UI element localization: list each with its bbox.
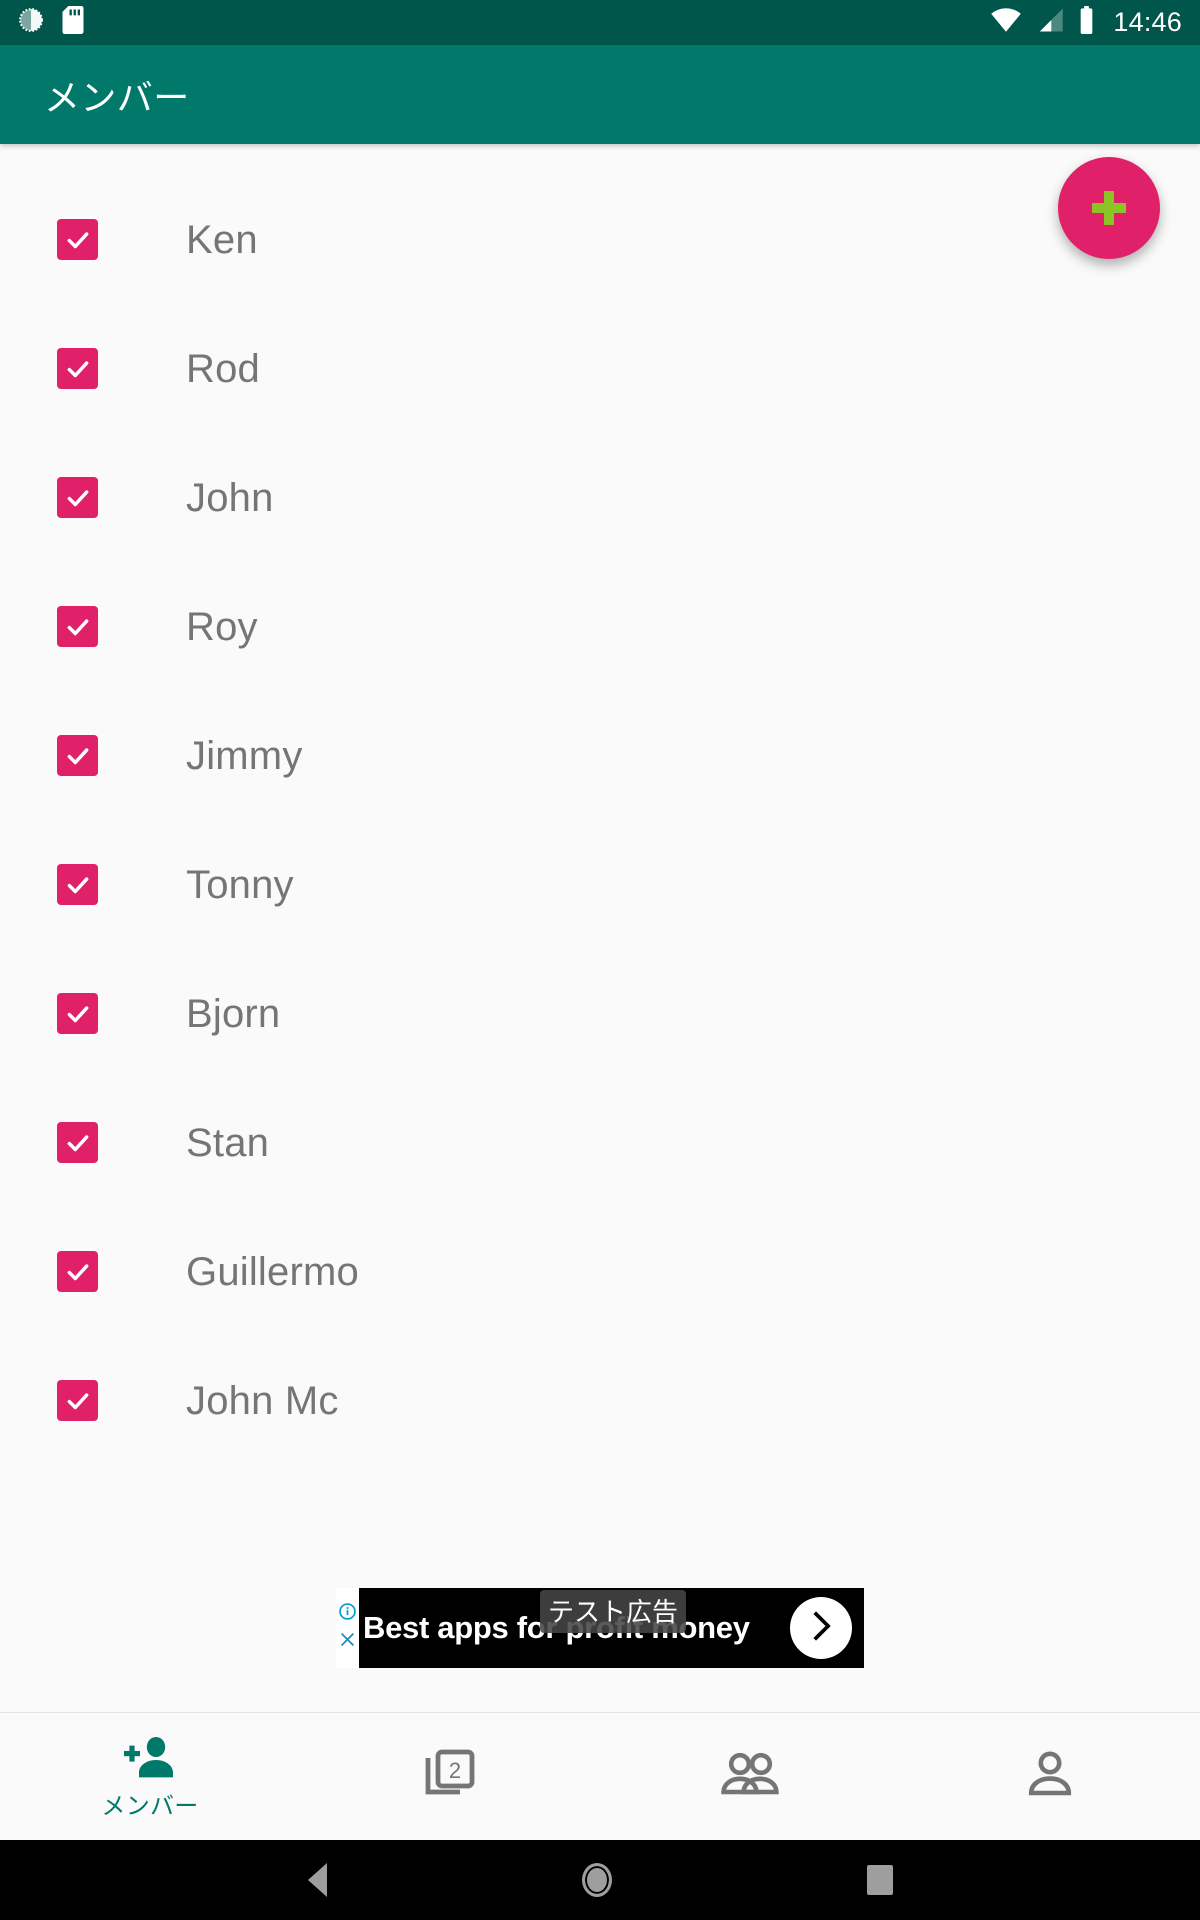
member-checkbox[interactable] bbox=[57, 348, 98, 389]
member-name: Tonny bbox=[186, 862, 294, 907]
battery-icon bbox=[1078, 6, 1095, 39]
check-icon bbox=[67, 1005, 88, 1022]
nav-label-members: メンバー bbox=[101, 1792, 199, 1820]
member-checkbox[interactable] bbox=[57, 864, 98, 905]
people-icon bbox=[721, 1752, 779, 1801]
back-triangle-icon[interactable] bbox=[307, 1863, 327, 1897]
settings-circle-icon bbox=[18, 7, 44, 38]
ad-banner-container: Best apps for profit money テスト広告 bbox=[0, 1588, 1200, 1712]
member-row[interactable]: Jimmy bbox=[0, 691, 1200, 820]
member-row[interactable]: Rod bbox=[0, 304, 1200, 433]
chevron-right-icon bbox=[804, 1609, 838, 1648]
member-name: Bjorn bbox=[186, 991, 281, 1036]
member-row[interactable]: Bjorn bbox=[0, 949, 1200, 1078]
svg-text:2: 2 bbox=[449, 1758, 461, 1783]
add-member-fab[interactable] bbox=[1058, 157, 1160, 259]
member-name: John bbox=[186, 475, 274, 520]
check-icon bbox=[67, 360, 88, 377]
home-circle-icon[interactable] bbox=[581, 1863, 612, 1897]
member-checkbox[interactable] bbox=[57, 1380, 98, 1421]
check-icon bbox=[67, 1134, 88, 1151]
member-checkbox[interactable] bbox=[57, 993, 98, 1034]
nav-item-members[interactable]: メンバー bbox=[0, 1713, 300, 1840]
filter-2-icon: 2 bbox=[424, 1748, 476, 1805]
recents-square-icon[interactable] bbox=[866, 1865, 893, 1895]
cellular-signal-icon bbox=[1036, 7, 1064, 38]
check-icon bbox=[67, 747, 88, 764]
member-checkbox[interactable] bbox=[57, 606, 98, 647]
check-icon bbox=[67, 618, 88, 635]
member-name: Ken bbox=[186, 217, 258, 262]
member-row[interactable]: Tonny bbox=[0, 820, 1200, 949]
ad-test-label: テスト広告 bbox=[540, 1590, 687, 1633]
status-bar-left-icons bbox=[18, 6, 84, 39]
person-add-icon bbox=[123, 1735, 177, 1786]
member-name: Rod bbox=[186, 346, 260, 391]
member-row[interactable]: John bbox=[0, 433, 1200, 562]
info-icon[interactable] bbox=[339, 1603, 356, 1625]
ad-badge-column bbox=[336, 1588, 359, 1668]
check-icon bbox=[67, 876, 88, 893]
wifi-icon bbox=[990, 7, 1022, 38]
check-icon bbox=[67, 489, 88, 506]
page-title: メンバー bbox=[44, 76, 190, 118]
plus-icon bbox=[1092, 191, 1126, 225]
bottom-navigation: メンバー 2 bbox=[0, 1712, 1200, 1840]
member-checkbox[interactable] bbox=[57, 1122, 98, 1163]
member-name: Stan bbox=[186, 1120, 270, 1165]
nav-item-filter-2[interactable]: 2 bbox=[300, 1713, 600, 1840]
status-bar-right-icons: 14:46 bbox=[990, 6, 1182, 39]
app-bar: メンバー bbox=[0, 45, 1200, 144]
ad-cta-button[interactable] bbox=[790, 1597, 852, 1659]
member-name: Roy bbox=[186, 604, 258, 649]
person-icon bbox=[1026, 1751, 1074, 1802]
ad-banner[interactable]: Best apps for profit money テスト広告 bbox=[336, 1588, 864, 1668]
member-checkbox[interactable] bbox=[57, 219, 98, 260]
member-checkbox[interactable] bbox=[57, 477, 98, 518]
member-name: Guillermo bbox=[186, 1249, 359, 1294]
status-bar: 14:46 bbox=[0, 0, 1200, 45]
member-row[interactable]: Guillermo bbox=[0, 1207, 1200, 1336]
check-icon bbox=[67, 1392, 88, 1409]
main-content: Ken Rod John Roy Jimmy Tonny Bjorn Stan Guillerm… bbox=[0, 144, 1200, 1712]
member-row[interactable]: Roy bbox=[0, 562, 1200, 691]
member-row[interactable]: Ken bbox=[0, 175, 1200, 304]
member-name: Jimmy bbox=[186, 733, 303, 778]
status-bar-clock: 14:46 bbox=[1113, 7, 1182, 37]
member-checkbox[interactable] bbox=[57, 1251, 98, 1292]
app-screen: 14:46 メンバー Ken Rod John Roy Jimmy Tonny Bjorn S… bbox=[0, 0, 1200, 1920]
android-system-navigation bbox=[0, 1840, 1200, 1920]
member-name: John Mc bbox=[186, 1378, 339, 1423]
check-icon bbox=[67, 231, 88, 248]
member-checkbox[interactable] bbox=[57, 735, 98, 776]
member-list: Ken Rod John Roy Jimmy Tonny Bjorn Stan Guillerm… bbox=[0, 144, 1200, 1465]
member-row[interactable]: Stan bbox=[0, 1078, 1200, 1207]
nav-item-person[interactable] bbox=[900, 1713, 1200, 1840]
check-icon bbox=[67, 1263, 88, 1280]
nav-item-people[interactable] bbox=[600, 1713, 900, 1840]
member-row[interactable]: John Mc bbox=[0, 1336, 1200, 1465]
sd-card-icon bbox=[62, 6, 84, 39]
close-icon[interactable] bbox=[339, 1631, 356, 1653]
